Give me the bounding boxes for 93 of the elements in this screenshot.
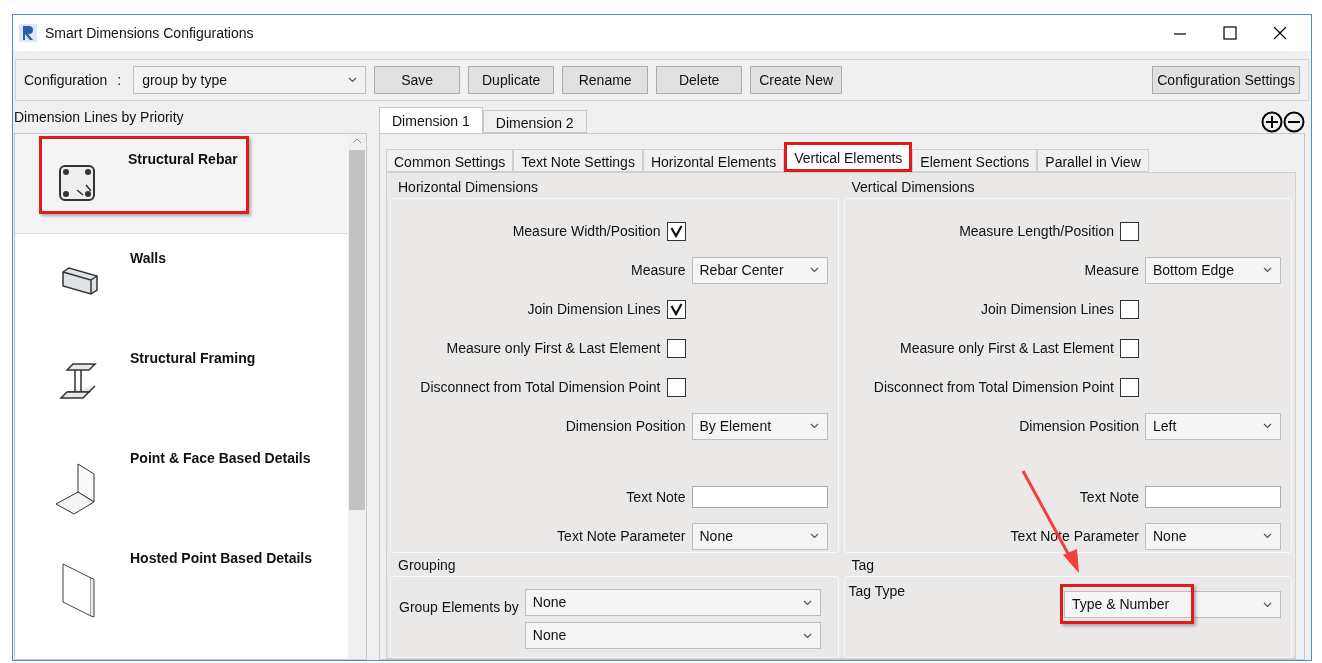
tag-type-dropdown[interactable]: Type & Number — [1064, 591, 1281, 618]
field-label: Measure — [1084, 260, 1139, 280]
field-label: Measure only First & Last Element — [446, 338, 661, 358]
dropdown-value: Left — [1153, 416, 1177, 436]
field-label: Text Note — [626, 487, 686, 507]
checkbox[interactable] — [1120, 338, 1139, 358]
field-label: Group Elements by — [399, 598, 519, 617]
dropdown[interactable]: None — [691, 522, 828, 550]
list-item-label: Structural Framing — [130, 349, 256, 368]
caret-icon — [348, 77, 358, 83]
dropdown[interactable]: None — [524, 589, 821, 616]
caret-icon — [1263, 601, 1272, 608]
toolbar-button[interactable]: Rename — [562, 66, 649, 94]
caret-icon — [1263, 533, 1272, 539]
scrollbar[interactable] — [348, 134, 366, 659]
checkbox[interactable] — [666, 377, 686, 397]
dropdown[interactable]: None — [1145, 522, 1281, 550]
tab[interactable]: Text Note Settings — [513, 149, 643, 172]
field-label: Measure Length/Position — [959, 221, 1114, 241]
field-label: Disconnect from Total Dimension Point — [420, 377, 661, 397]
tab[interactable]: Horizontal Elements — [642, 149, 785, 172]
dropdown-value: None — [699, 526, 733, 546]
configuration-settings-button[interactable]: Configuration Settings — [1152, 66, 1300, 94]
dropdown[interactable]: Bottom Edge — [1145, 256, 1281, 284]
list-item[interactable]: Structural Rebar — [15, 134, 348, 234]
configuration-dropdown[interactable]: group by type — [133, 66, 367, 94]
app-logo-icon — [19, 24, 37, 42]
caret-icon — [1263, 267, 1272, 273]
dropdown-value: Rebar Center — [699, 260, 784, 280]
tab[interactable]: Dimension 1 — [379, 107, 483, 133]
caret-icon — [809, 423, 819, 429]
list-item-label: Hosted Point Based Details — [130, 549, 313, 568]
dropdown[interactable]: None — [524, 622, 821, 649]
field-label: Dimension Position — [565, 416, 686, 436]
checkbox[interactable] — [1120, 377, 1139, 397]
toolbar-button[interactable]: Delete — [656, 66, 743, 94]
dropdown[interactable]: By Element — [691, 412, 828, 440]
tab[interactable]: Dimension 2 — [482, 110, 587, 133]
dropdown[interactable]: Rebar Center — [691, 256, 828, 284]
field-label: Measure only First & Last Element — [900, 338, 1114, 358]
checkbox[interactable] — [1120, 299, 1139, 319]
checkbox[interactable] — [666, 221, 686, 241]
dropdown-value: group by type — [142, 70, 227, 90]
field-label: Tag Type — [848, 582, 906, 601]
list-item-label: Structural Rebar — [128, 150, 238, 169]
group-title: Tag — [851, 556, 876, 575]
separator-label: : — [117, 70, 122, 90]
scrollbar-thumb[interactable] — [349, 150, 365, 510]
add-icon[interactable] — [1261, 111, 1283, 133]
field-label: Dimension Position — [1019, 416, 1139, 436]
field-label: Join Dimension Lines — [527, 299, 661, 319]
checkbox[interactable] — [666, 338, 686, 358]
checkbox[interactable] — [1120, 221, 1139, 241]
group-title: Vertical Dimensions — [851, 178, 976, 197]
toolbar-button[interactable]: Save — [374, 66, 461, 94]
toolbar-button[interactable]: Create New — [750, 66, 843, 94]
dropdown-value: By Element — [699, 416, 772, 436]
sidebar-title: Dimension Lines by Priority — [14, 108, 185, 127]
dropdown-value: None — [1153, 526, 1187, 546]
toolbar-button[interactable]: Duplicate — [468, 66, 555, 94]
field-label: Text Note Parameter — [557, 526, 686, 546]
remove-icon[interactable] — [1283, 111, 1305, 133]
field-label: Text Note — [1079, 487, 1139, 507]
dropdown-value: Bottom Edge — [1153, 260, 1234, 280]
dropdown[interactable]: Left — [1145, 412, 1281, 440]
field-label: Join Dimension Lines — [980, 299, 1114, 319]
dropdown-value: None — [532, 593, 567, 612]
tab[interactable]: Common Settings — [386, 149, 514, 172]
checkbox[interactable] — [666, 299, 686, 319]
maximize-icon[interactable] — [1223, 26, 1237, 40]
close-icon[interactable] — [1273, 26, 1287, 40]
field-label: Measure Width/Position — [512, 221, 661, 241]
caret-icon — [809, 533, 819, 539]
configuration-label: Configuration — [24, 70, 108, 90]
group-title: Grouping — [398, 556, 457, 575]
list-item-label: Point & Face Based Details — [130, 449, 311, 468]
text-note-field[interactable] — [1145, 486, 1281, 508]
caret-icon — [802, 632, 812, 639]
group-title: Horizontal Dimensions — [398, 178, 540, 197]
caret-icon — [809, 267, 819, 273]
field-label: Disconnect from Total Dimension Point — [873, 377, 1114, 397]
list-item-label: Walls — [130, 249, 167, 268]
rebar-icon — [57, 163, 97, 203]
dropdown-value: Type & Number — [1072, 595, 1170, 614]
tab[interactable]: Parallel in View — [1037, 149, 1149, 172]
tab[interactable]: Vertical Elements — [784, 142, 913, 172]
field-label: Measure — [631, 260, 686, 280]
text-note-field[interactable] — [691, 486, 828, 508]
caret-icon — [802, 599, 812, 606]
dropdown-value: None — [532, 626, 567, 645]
caret-icon — [1263, 423, 1272, 429]
tab[interactable]: Element Sections — [912, 149, 1038, 172]
window-title: Smart Dimensions Configurations — [45, 23, 254, 43]
